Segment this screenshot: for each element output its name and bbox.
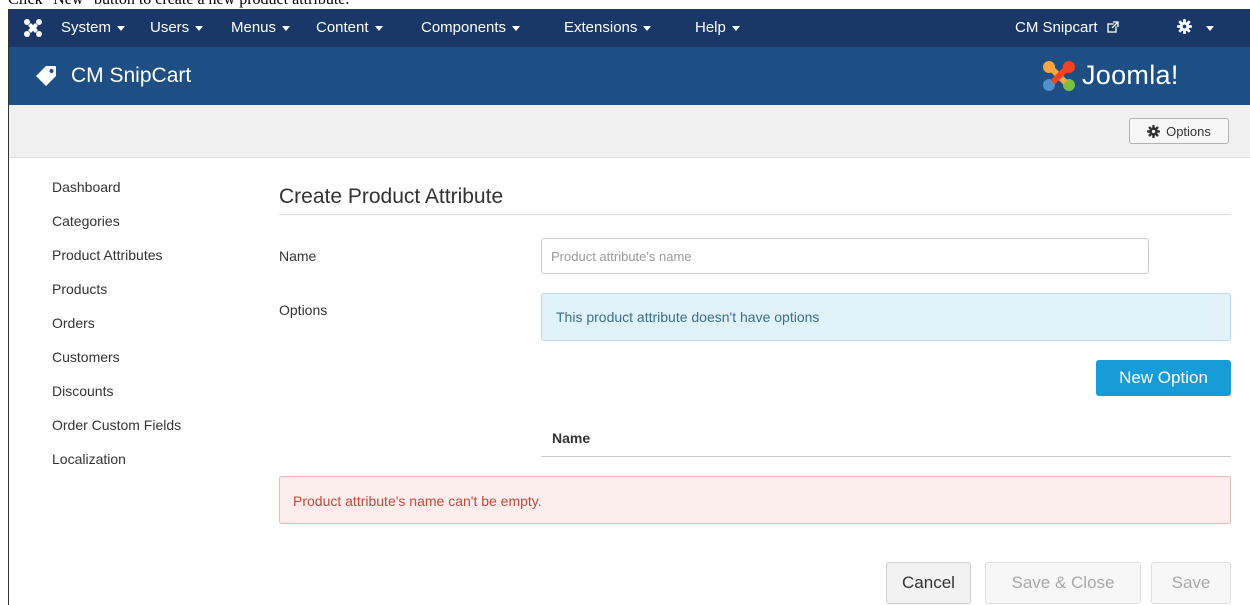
new-option-button[interactable]: New Option bbox=[1096, 360, 1231, 396]
cancel-button[interactable]: Cancel bbox=[886, 562, 971, 604]
joomla-brand: Joomla! bbox=[1042, 57, 1232, 95]
menu-extensions[interactable]: Extensions bbox=[564, 19, 652, 36]
name-label: Name bbox=[279, 248, 317, 264]
sidebar-item-localization[interactable]: Localization bbox=[52, 451, 126, 467]
menu-menus[interactable]: Menus bbox=[231, 19, 291, 36]
user-settings-menu[interactable] bbox=[1177, 19, 1215, 36]
joomla-logo-icon bbox=[1043, 61, 1075, 91]
chevron-down-icon bbox=[374, 25, 383, 31]
sidebar-item-categories[interactable]: Categories bbox=[52, 213, 120, 229]
menu-components-label: Components bbox=[421, 19, 507, 36]
component-header: CM SnipCart Joomla! bbox=[9, 47, 1250, 105]
menu-extensions-label: Extensions bbox=[564, 19, 638, 36]
menu-system-label: System bbox=[61, 19, 112, 36]
sidebar-item-dashboard[interactable]: Dashboard bbox=[52, 179, 121, 195]
chevron-down-icon bbox=[195, 25, 204, 31]
sidebar-item-customers[interactable]: Customers bbox=[52, 349, 120, 365]
menu-system[interactable]: System bbox=[61, 19, 126, 36]
options-table-header-name: Name bbox=[552, 430, 591, 446]
instruction-caption: Click "New" button to create a new produ… bbox=[8, 0, 349, 8]
joomla-admin-window: System Users Menus Content Components Ex… bbox=[8, 9, 1250, 605]
title-divider bbox=[279, 214, 1231, 215]
options-button[interactable]: Options bbox=[1129, 118, 1229, 144]
options-button-label: Options bbox=[1166, 123, 1211, 139]
menu-users[interactable]: Users bbox=[150, 19, 204, 36]
joomla-logo-icon[interactable] bbox=[23, 18, 43, 38]
sidebar-item-order-custom-fields[interactable]: Order Custom Fields bbox=[52, 417, 181, 433]
joomla-wordmark: Joomla! bbox=[1082, 60, 1179, 90]
sidebar-item-discounts[interactable]: Discounts bbox=[52, 383, 113, 399]
sidebar-item-products[interactable]: Products bbox=[52, 281, 107, 297]
options-info-alert: This product attribute doesn't have opti… bbox=[541, 293, 1231, 341]
site-link[interactable]: CM Snipcart bbox=[1015, 19, 1120, 36]
menu-menus-label: Menus bbox=[231, 19, 277, 36]
sidebar-item-product-attributes[interactable]: Product Attributes bbox=[52, 247, 163, 263]
chevron-down-icon bbox=[1206, 25, 1215, 31]
options-table-header-divider bbox=[541, 456, 1231, 457]
toolbar: Options bbox=[9, 105, 1250, 158]
chevron-down-icon bbox=[643, 25, 652, 31]
menu-content-label: Content bbox=[316, 19, 369, 36]
top-menu-bar: System Users Menus Content Components Ex… bbox=[9, 9, 1250, 47]
chevron-down-icon bbox=[117, 25, 126, 31]
gear-icon bbox=[1147, 124, 1161, 138]
chevron-down-icon bbox=[731, 25, 740, 31]
gear-icon bbox=[1177, 19, 1192, 34]
sidebar-item-orders[interactable]: Orders bbox=[52, 315, 95, 331]
tag-icon bbox=[36, 66, 56, 86]
save-close-button[interactable]: Save & Close bbox=[985, 562, 1141, 604]
chevron-down-icon bbox=[512, 25, 521, 31]
menu-content[interactable]: Content bbox=[316, 19, 383, 36]
menu-components[interactable]: Components bbox=[421, 19, 521, 36]
external-link-icon bbox=[1107, 20, 1120, 33]
validation-error-alert: Product attribute's name can't be empty. bbox=[279, 476, 1231, 524]
save-button[interactable]: Save bbox=[1151, 562, 1231, 604]
menu-help-label: Help bbox=[695, 19, 726, 36]
site-link-label: CM Snipcart bbox=[1015, 19, 1098, 36]
chevron-down-icon bbox=[282, 25, 291, 31]
component-title: CM SnipCart bbox=[71, 64, 192, 87]
menu-users-label: Users bbox=[150, 19, 190, 36]
menu-help[interactable]: Help bbox=[695, 19, 740, 36]
name-field[interactable] bbox=[541, 238, 1149, 274]
options-label: Options bbox=[279, 302, 328, 318]
page-title: Create Product Attribute bbox=[279, 185, 504, 208]
